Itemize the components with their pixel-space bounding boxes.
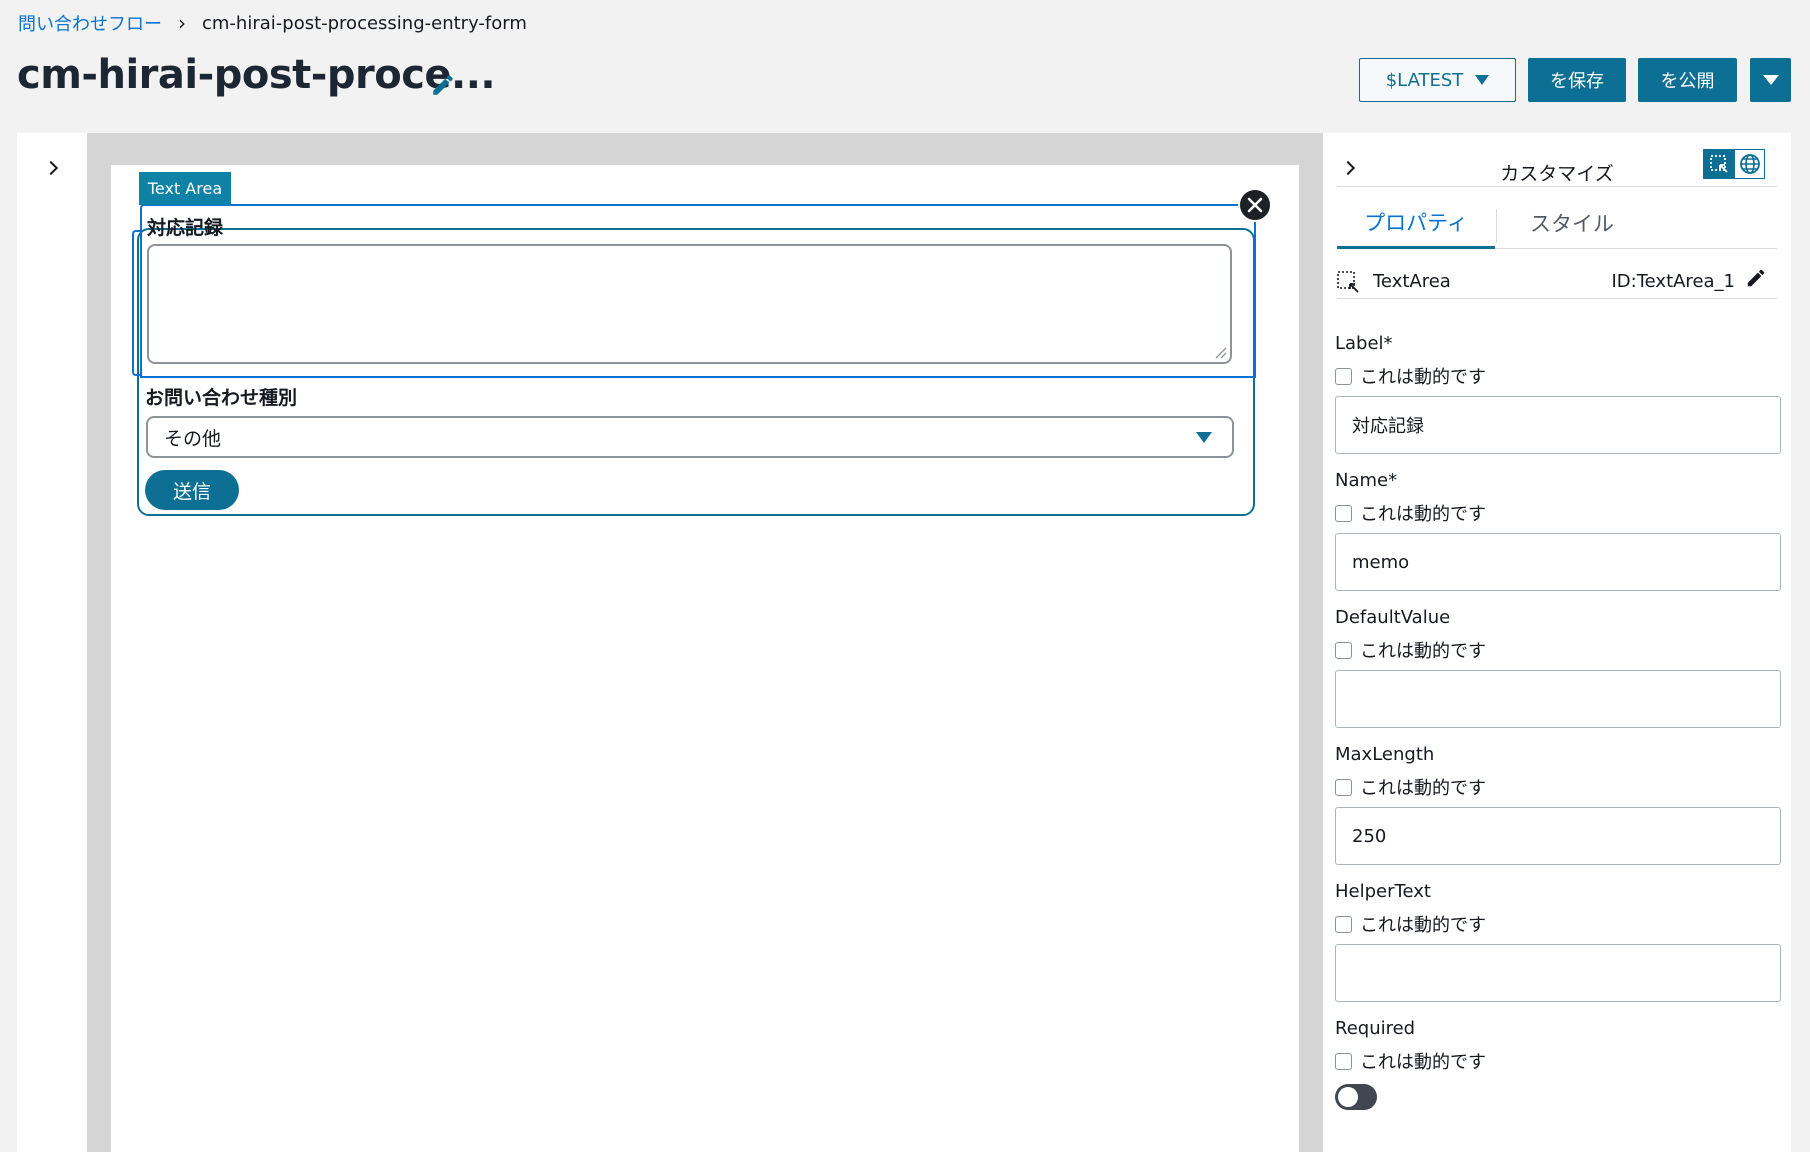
dynamic-checkbox[interactable] [1335,367,1352,385]
customize-tabs: プロパティ スタイル [1337,197,1777,249]
toggle-knob [1338,1087,1358,1107]
name-input[interactable]: memo [1335,533,1781,591]
prop-label: Label* これは動的です 対応記録 [1335,333,1781,454]
dynamic-checkbox[interactable] [1335,641,1352,659]
dynamic-label: これは動的です [1360,367,1486,388]
save-button[interactable]: を保存 [1528,58,1626,102]
max-length-input-value: 250 [1352,825,1387,847]
component-id: ID:TextArea_1 [1611,271,1735,292]
label-input[interactable]: 対応記録 [1335,396,1781,454]
select-label: お問い合わせ種別 [145,387,298,409]
publish-button[interactable]: を公開 [1638,58,1737,102]
breadcrumb-parent-link[interactable]: 問い合わせフロー [18,10,162,36]
dynamic-checkbox[interactable] [1335,504,1352,522]
prop-default-value-title: DefaultValue [1335,607,1451,628]
caret-down-icon [1762,75,1779,85]
breadcrumb-current: cm-hirai-post-processing-entry-form [202,12,527,34]
prop-max-length-title: MaxLength [1335,744,1435,765]
component-type: TextArea [1373,271,1451,292]
prop-name: Name* これは動的です memo [1335,470,1781,591]
dynamic-option: これは動的です [1335,774,1781,800]
dynamic-checkbox[interactable] [1335,778,1352,796]
more-actions-button[interactable] [1750,58,1791,102]
prop-helper-text: HelperText これは動的です [1335,881,1781,1002]
dynamic-label: これは動的です [1360,504,1486,525]
page-title: cm-hirai-post-proce... [17,52,496,98]
prop-max-length: MaxLength これは動的です 250 [1335,744,1781,865]
globe-icon[interactable] [1734,149,1765,179]
dynamic-checkbox[interactable] [1335,915,1352,933]
chevron-right-icon[interactable] [43,160,59,176]
component-select-icon [1337,271,1359,293]
customize-panel: カスタマイズ プロパティ スタイル TextArea ID:TextArea_1… [1323,133,1791,1152]
dynamic-option: これは動的です [1335,500,1781,526]
label-input-value: 対応記録 [1352,416,1424,437]
view-toggle [1703,149,1765,179]
prop-default-value: DefaultValue これは動的です [1335,607,1781,728]
dynamic-checkbox[interactable] [1335,1052,1352,1070]
component-info: TextArea ID:TextArea_1 [1337,263,1777,299]
submit-button[interactable]: 送信 [145,470,239,510]
dynamic-label: これは動的です [1360,915,1486,936]
version-label: $LATEST [1385,69,1464,91]
pencil-icon[interactable] [430,72,456,98]
dynamic-option: これは動的です [1335,637,1781,663]
selected-component-tag: Text Area [139,172,231,205]
default-value-input[interactable] [1335,670,1781,728]
select-value: その他 [164,427,222,450]
max-length-input[interactable]: 250 [1335,807,1781,865]
helper-text-input[interactable] [1335,944,1781,1002]
dynamic-label: これは動的です [1360,778,1486,799]
resize-handle-icon[interactable] [1213,345,1227,359]
dynamic-option: これは動的です [1335,911,1781,937]
prop-label-title: Label* [1335,333,1393,354]
required-toggle[interactable] [1335,1084,1377,1110]
dynamic-label: これは動的です [1360,1052,1486,1073]
name-input-value: memo [1352,551,1410,573]
prop-helper-text-title: HelperText [1335,881,1431,902]
component-view-icon[interactable] [1703,149,1734,179]
breadcrumb: 問い合わせフロー › cm-hirai-post-processing-entr… [18,10,527,36]
textarea-label: 対応記録 [147,217,224,239]
version-dropdown-button[interactable]: $LATEST [1359,58,1516,102]
dynamic-option: これは動的です [1335,1048,1781,1074]
caret-down-icon [1475,75,1490,85]
dynamic-label: これは動的です [1360,641,1486,662]
caret-down-icon [1196,432,1212,443]
close-icon[interactable] [1238,188,1272,222]
prop-required: Required これは動的です [1335,1018,1781,1110]
memo-textarea[interactable] [147,244,1232,364]
inquiry-type-select[interactable]: その他 [146,416,1234,458]
prop-required-title: Required [1335,1018,1416,1039]
pencil-icon[interactable] [1745,267,1767,289]
left-panel [17,133,87,1152]
chevron-right-icon: › [178,11,186,35]
prop-name-title: Name* [1335,470,1398,491]
dynamic-option: これは動的です [1335,363,1781,389]
tab-properties[interactable]: プロパティ [1337,197,1495,249]
tab-style[interactable]: スタイル [1497,197,1647,249]
